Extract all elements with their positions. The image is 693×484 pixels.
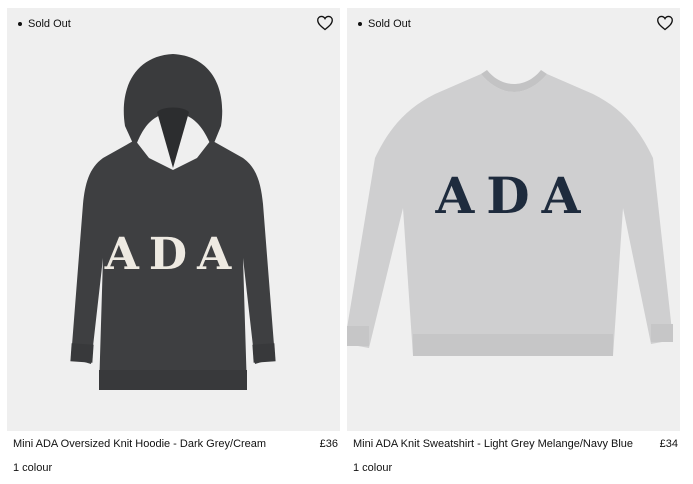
product-price: £34 (659, 438, 678, 450)
product-name[interactable]: Mini ADA Oversized Knit Hoodie - Dark Gr… (13, 438, 266, 450)
colour-count: 1 colour (13, 462, 53, 474)
product-image-area[interactable]: ADA Sold Out (7, 8, 340, 431)
badge-label: Sold Out (28, 18, 71, 30)
hoodie-print-text: ADA (104, 229, 241, 280)
heart-icon[interactable] (656, 15, 674, 31)
product-card[interactable]: ADA Sold Out Mini ADA Knit Sweatshirt - … (347, 8, 680, 478)
sold-out-badge: Sold Out (358, 18, 411, 30)
bullet-dot-icon (18, 22, 22, 26)
product-image-area[interactable]: ADA Sold Out (347, 8, 680, 431)
sweatshirt-print-text: ADA (435, 166, 593, 225)
product-card[interactable]: ADA Sold Out Mini ADA Oversized Knit Hoo… (7, 8, 340, 478)
sold-out-badge: Sold Out (18, 18, 71, 30)
badge-label: Sold Out (368, 18, 411, 30)
heart-icon[interactable] (316, 15, 334, 31)
sweatshirt-image: ADA (347, 70, 673, 356)
product-name[interactable]: Mini ADA Knit Sweatshirt - Light Grey Me… (353, 438, 633, 450)
colour-count: 1 colour (353, 462, 393, 474)
hoodie-image: ADA (70, 54, 276, 390)
product-price: £36 (319, 438, 338, 450)
bullet-dot-icon (358, 22, 362, 26)
